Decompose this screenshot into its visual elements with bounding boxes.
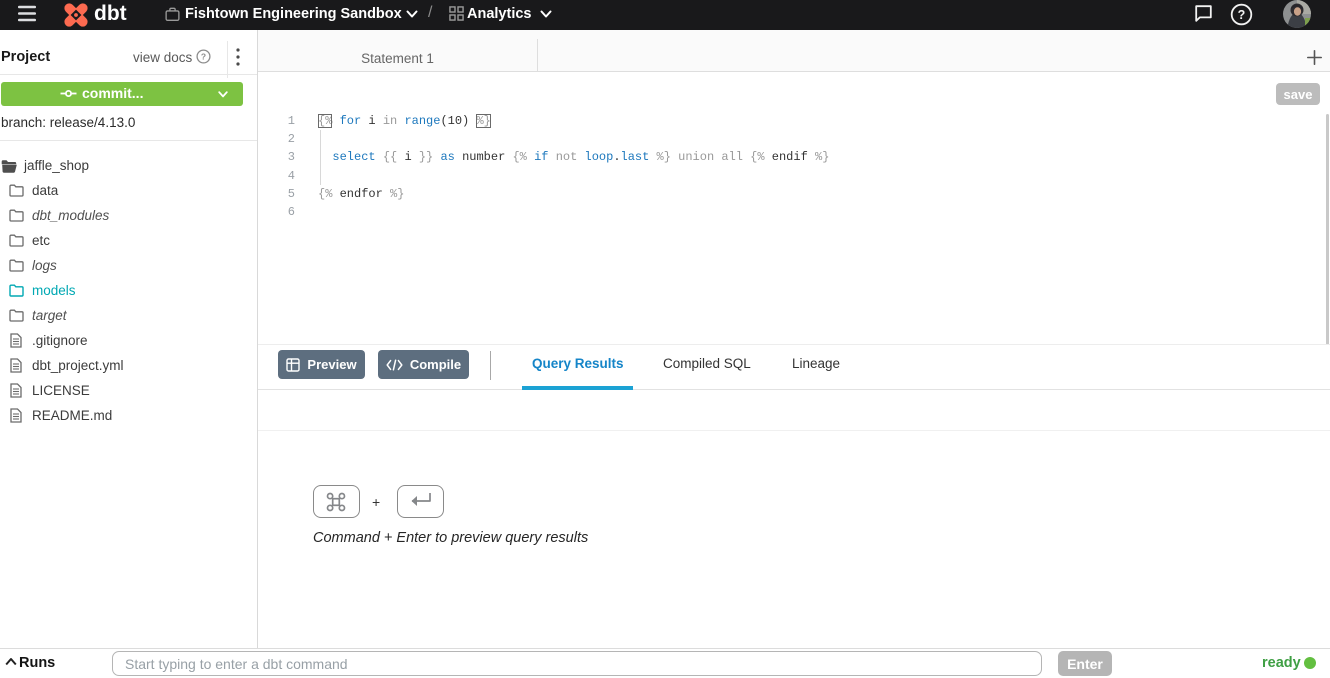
svg-text:?: ? xyxy=(201,52,206,62)
svg-text:?: ? xyxy=(1238,8,1246,22)
